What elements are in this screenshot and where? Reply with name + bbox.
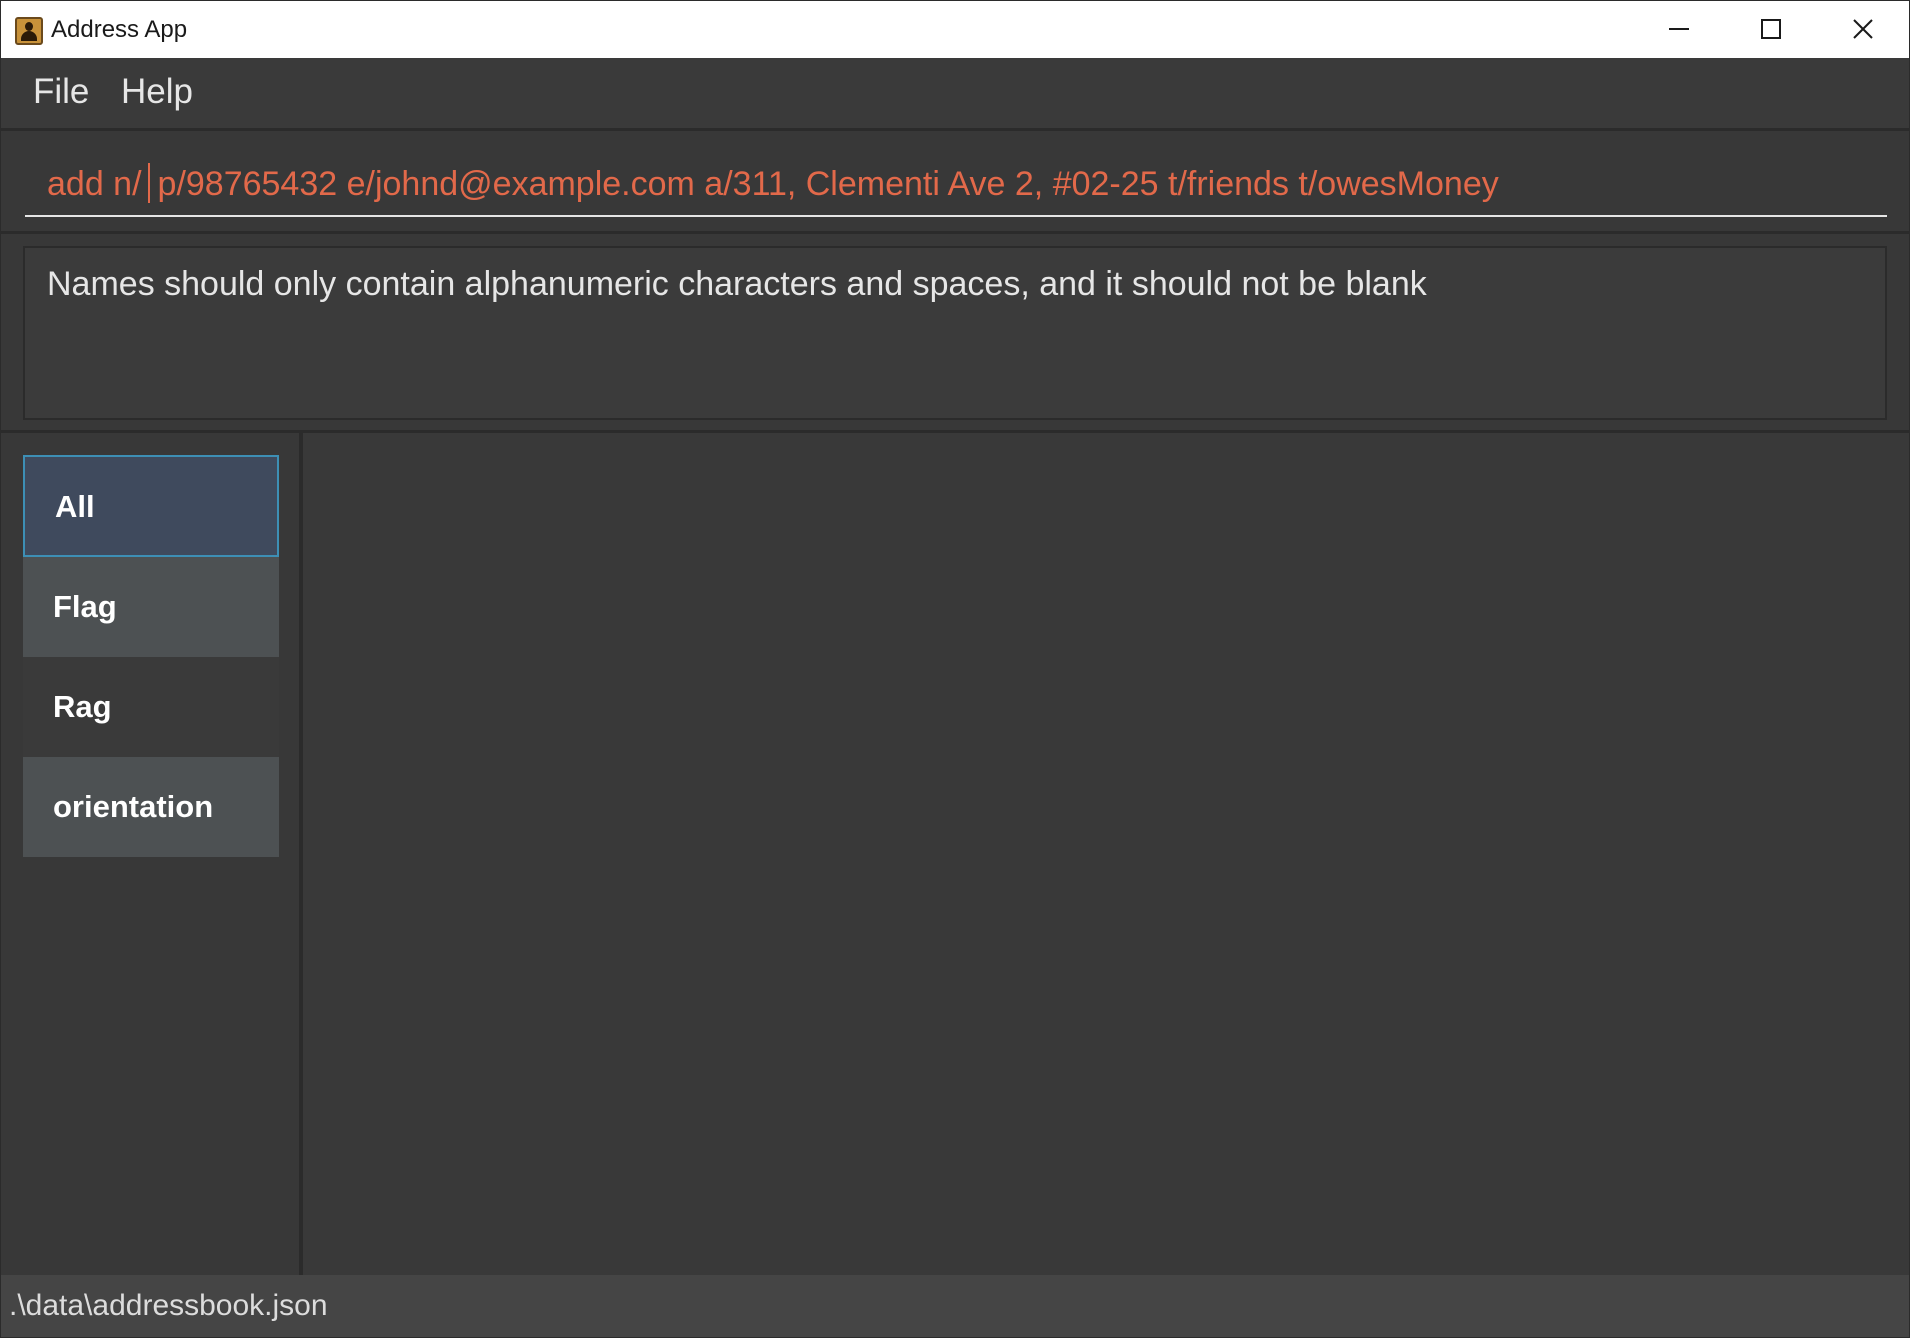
result-text-area[interactable]: Names should only contain alphanumeric c…	[23, 246, 1887, 420]
status-bar: .\data\addressbook.json	[1, 1275, 1909, 1337]
tab-rag[interactable]: Rag	[23, 657, 279, 757]
command-text-before-caret: add n/	[47, 165, 142, 203]
menu-bar: File Help	[1, 58, 1909, 128]
menu-help[interactable]: Help	[117, 72, 197, 112]
maximize-button[interactable]	[1724, 1, 1816, 58]
save-location: .\data\addressbook.json	[9, 1289, 328, 1322]
window-title: Address App	[51, 16, 188, 43]
person-list-panel	[303, 433, 1909, 1275]
close-icon	[1853, 19, 1873, 39]
text-caret	[147, 163, 150, 204]
command-box: add n/p/98765432 e/johnd@example.com a/3…	[1, 131, 1909, 231]
minimize-button[interactable]	[1632, 1, 1724, 58]
menu-file[interactable]: File	[29, 72, 93, 112]
app-window: Address App File Help add n/p/98765432 e…	[0, 0, 1910, 1338]
close-button[interactable]	[1816, 1, 1908, 58]
minimize-icon	[1669, 28, 1689, 30]
tab-panel: All Flag Rag orientation	[1, 433, 303, 1275]
tab-flag[interactable]: Flag	[23, 557, 279, 657]
result-display: Names should only contain alphanumeric c…	[1, 234, 1909, 430]
command-input[interactable]: add n/p/98765432 e/johnd@example.com a/3…	[25, 151, 1887, 217]
result-message: Names should only contain alphanumeric c…	[47, 265, 1427, 303]
maximize-icon	[1761, 19, 1781, 39]
command-text-after-caret: p/98765432 e/johnd@example.com a/311, Cl…	[157, 165, 1499, 203]
tab-all[interactable]: All	[23, 455, 279, 557]
address-book-icon	[15, 17, 43, 45]
tab-orientation[interactable]: orientation	[23, 757, 279, 857]
title-bar[interactable]: Address App	[1, 1, 1909, 58]
